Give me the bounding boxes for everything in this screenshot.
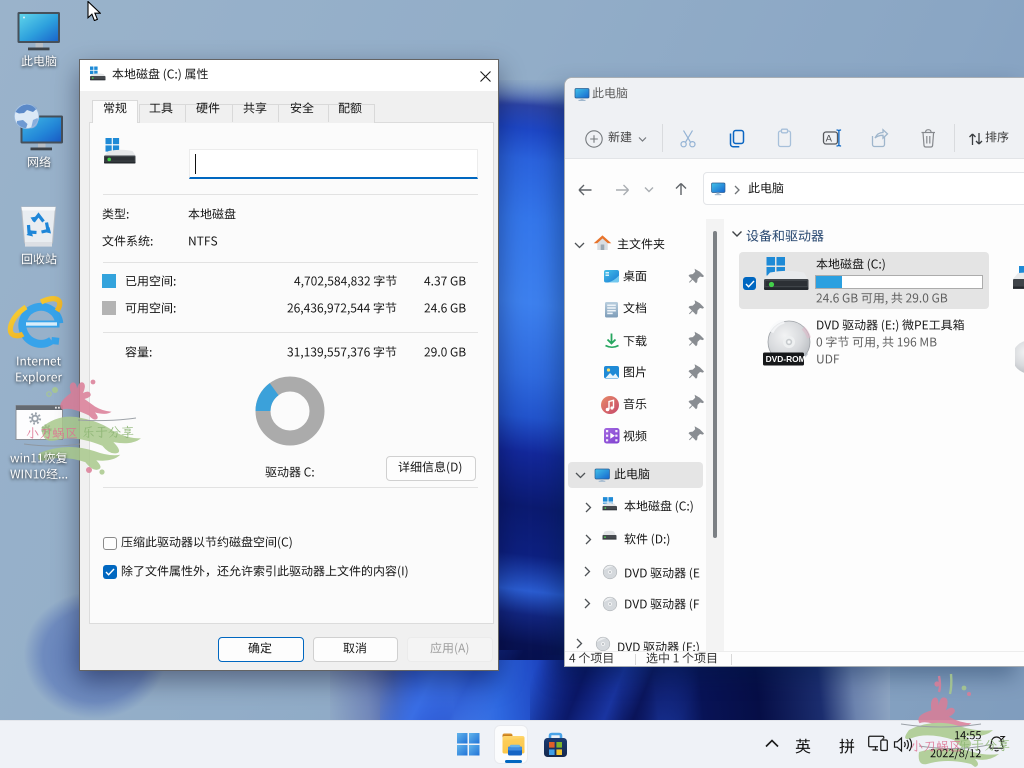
svg-text:A: A xyxy=(826,134,833,145)
svg-text:DVD-ROM: DVD-ROM xyxy=(766,354,806,364)
